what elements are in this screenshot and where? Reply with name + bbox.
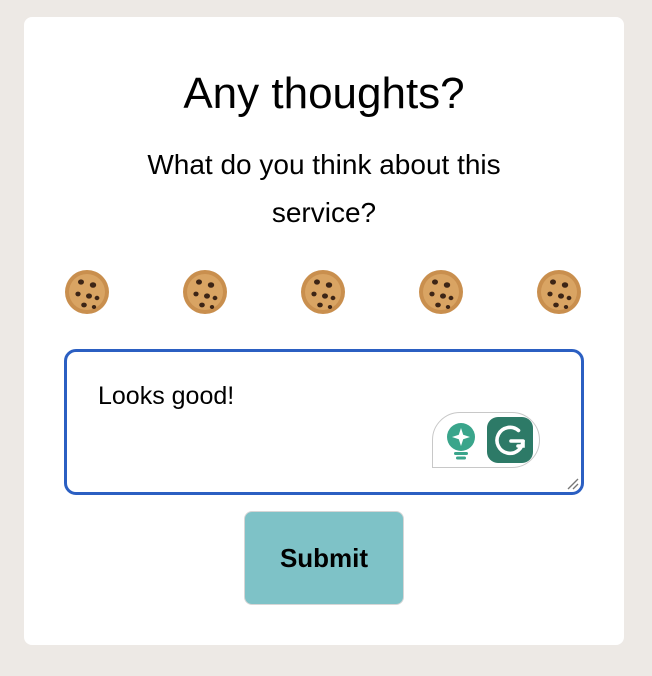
cookie-icon <box>419 270 463 314</box>
cookie-rating <box>64 269 584 315</box>
feedback-card: Any thoughts? What do you think about th… <box>24 17 624 645</box>
cookie-icon <box>301 270 345 314</box>
card-title: Any thoughts? <box>183 69 465 118</box>
rating-cookie-4[interactable] <box>418 269 464 315</box>
grammarly-g-icon[interactable] <box>487 417 533 463</box>
lightbulb-sparkle-icon[interactable] <box>443 422 479 460</box>
feedback-text-value: Looks good! <box>98 382 235 410</box>
grammarly-widget[interactable] <box>432 412 540 468</box>
resize-handle-icon[interactable] <box>565 476 579 490</box>
rating-cookie-3[interactable] <box>300 269 346 315</box>
card-subtitle: What do you think about this service? <box>147 149 501 228</box>
cookie-icon <box>183 270 227 314</box>
cookie-icon <box>65 270 109 314</box>
rating-cookie-2[interactable] <box>182 269 228 315</box>
submit-button[interactable]: Submit <box>244 511 404 605</box>
feedback-textarea[interactable]: Looks good! <box>64 349 584 495</box>
rating-cookie-1[interactable] <box>64 269 110 315</box>
cookie-icon <box>537 270 581 314</box>
rating-cookie-5[interactable] <box>536 269 582 315</box>
